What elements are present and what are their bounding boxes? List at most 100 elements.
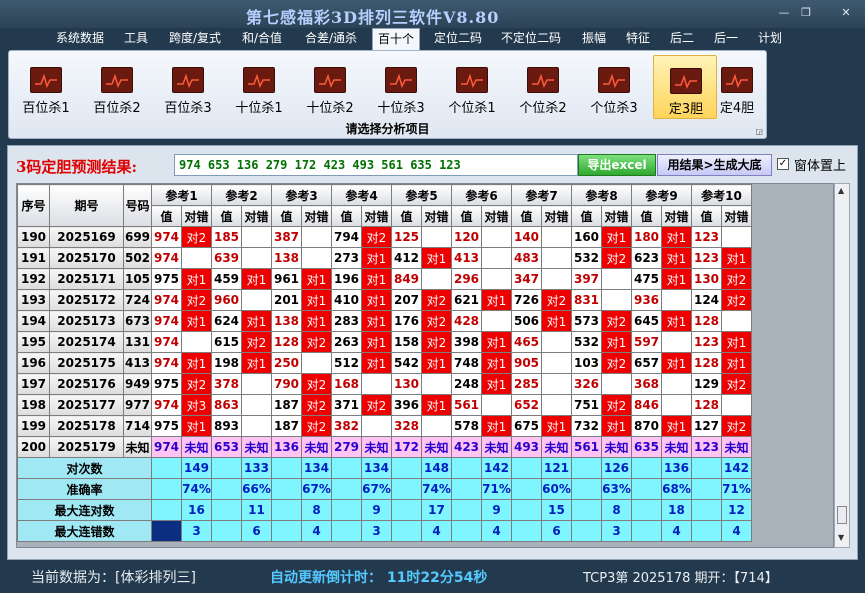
value-subheader: 值	[391, 205, 422, 227]
menu-plan[interactable]: 计划	[752, 28, 788, 50]
stat-spacer	[151, 499, 182, 521]
row-period: 2025179	[49, 436, 124, 458]
ref-value: 382	[331, 415, 362, 437]
status-data-source: 当前数据为：[体彩排列三]	[31, 570, 196, 586]
scroll-thumb[interactable]	[837, 506, 847, 524]
ref-value: 459	[211, 268, 242, 290]
hit-cell: 对1	[721, 247, 752, 269]
menu-hundreds-tens-units[interactable]: 百十个	[372, 28, 420, 50]
row-period: 2025169	[49, 226, 124, 248]
stat-value: 3	[361, 520, 392, 542]
ribbon-button-8[interactable]: 个位杀2	[511, 55, 575, 119]
menu-last-two[interactable]: 后二	[664, 28, 700, 50]
ribbon-button-label: 百位杀1	[22, 101, 70, 116]
always-on-top-checkbox[interactable]: ✓	[777, 158, 789, 170]
ribbon-button-2[interactable]: 百位杀2	[85, 55, 149, 119]
stat-label: 最大连对数	[17, 499, 152, 521]
menu-last-one[interactable]: 后一	[708, 28, 744, 50]
stat-spacer	[691, 499, 722, 521]
menu-position-two[interactable]: 定位二码	[428, 28, 488, 50]
predicted-check: 未知	[181, 436, 212, 458]
ref-value: 975	[151, 373, 182, 395]
stat-spacer	[571, 499, 602, 521]
hit-cell	[541, 268, 572, 290]
hit-cell: 对1	[421, 247, 452, 269]
ref-value: 283	[331, 310, 362, 332]
generate-base-button[interactable]: 用结果>生成大底	[657, 154, 772, 176]
vertical-scrollbar[interactable]: ▲ ▼	[834, 183, 850, 548]
ref-value: 138	[271, 310, 302, 332]
predicted-check: 未知	[601, 436, 632, 458]
row-period: 2025176	[49, 373, 124, 395]
row-period: 2025175	[49, 352, 124, 374]
ref-value: 506	[511, 310, 542, 332]
hit-cell: 对2	[421, 331, 452, 353]
ribbon-button-label: 定4胆	[719, 101, 755, 116]
ref-value: 624	[211, 310, 242, 332]
stat-value: 9	[481, 499, 512, 521]
ref-value: 128	[691, 310, 722, 332]
ref-value: 483	[511, 247, 542, 269]
row-number: 未知	[123, 436, 152, 458]
chart-icon	[172, 67, 204, 93]
ribbon-button-4[interactable]: 十位杀1	[227, 55, 291, 119]
row-seq: 199	[17, 415, 50, 437]
menu-feature[interactable]: 特征	[620, 28, 656, 50]
ref-value: 198	[211, 352, 242, 374]
menu-sum[interactable]: 和/合值	[236, 28, 288, 50]
predicted-value: 172	[391, 436, 422, 458]
hit-cell: 对1	[361, 268, 392, 290]
ribbon-button-1[interactable]: 百位杀1	[14, 55, 78, 119]
row-number: 131	[123, 331, 152, 353]
menu-amplitude[interactable]: 振幅	[576, 28, 612, 50]
result-field[interactable]: 974 653 136 279 172 423 493 561 635 123	[174, 154, 578, 176]
menu-tools[interactable]: 工具	[118, 28, 154, 50]
ref-value: 905	[511, 352, 542, 374]
row-seq: 196	[17, 352, 50, 374]
menu-span-compound[interactable]: 跨度/复式	[162, 28, 228, 50]
ribbon-button-9[interactable]: 个位杀3	[582, 55, 646, 119]
ribbon-button-6[interactable]: 十位杀3	[369, 55, 433, 119]
close-button[interactable]: ✕	[836, 5, 856, 20]
predicted-value: 653	[211, 436, 242, 458]
ribbon-button-3[interactable]: 百位杀3	[156, 55, 220, 119]
export-excel-button[interactable]: 导出excel	[578, 154, 656, 176]
hit-cell: 对2	[421, 310, 452, 332]
ref-value: 790	[271, 373, 302, 395]
menu-system-data[interactable]: 系统数据	[50, 28, 110, 50]
ribbon-button-5[interactable]: 十位杀2	[298, 55, 362, 119]
check-subheader: 对错	[361, 205, 392, 227]
menu-diff-kill[interactable]: 合差/通杀	[298, 28, 364, 50]
row-period: 2025170	[49, 247, 124, 269]
restore-button[interactable]: ❐	[796, 5, 816, 20]
hit-cell: 对1	[181, 415, 212, 437]
hit-cell: 对2	[721, 373, 752, 395]
chart-icon	[101, 67, 133, 93]
predicted-value: 635	[631, 436, 662, 458]
ref-value: 296	[451, 268, 482, 290]
scroll-up-icon[interactable]: ▲	[838, 186, 844, 195]
ref-value: 863	[211, 394, 242, 416]
stat-value: 126	[601, 457, 632, 479]
menu-nonposition-two[interactable]: 不定位二码	[494, 28, 568, 50]
ref-value: 124	[691, 289, 722, 311]
ribbon-button-7[interactable]: 个位杀1	[440, 55, 504, 119]
ribbon-button-11[interactable]: 定4胆	[711, 55, 763, 119]
stat-spacer	[451, 478, 482, 500]
hit-cell	[301, 247, 332, 269]
stat-spacer	[211, 478, 242, 500]
ribbon-button-label: 个位杀3	[590, 101, 638, 116]
predicted-check: 未知	[361, 436, 392, 458]
check-subheader: 对错	[661, 205, 692, 227]
ribbon-expand-icon[interactable]: ◲	[755, 127, 763, 136]
hit-cell	[361, 373, 392, 395]
stat-value: 142	[721, 457, 752, 479]
scroll-down-icon[interactable]: ▼	[838, 533, 844, 542]
ref-header: 参考8	[571, 184, 632, 206]
minimize-button[interactable]: —	[774, 5, 794, 20]
ref-value: 285	[511, 373, 542, 395]
ref-value: 870	[631, 415, 662, 437]
hit-cell	[601, 289, 632, 311]
check-subheader: 对错	[481, 205, 512, 227]
ref-value: 378	[211, 373, 242, 395]
